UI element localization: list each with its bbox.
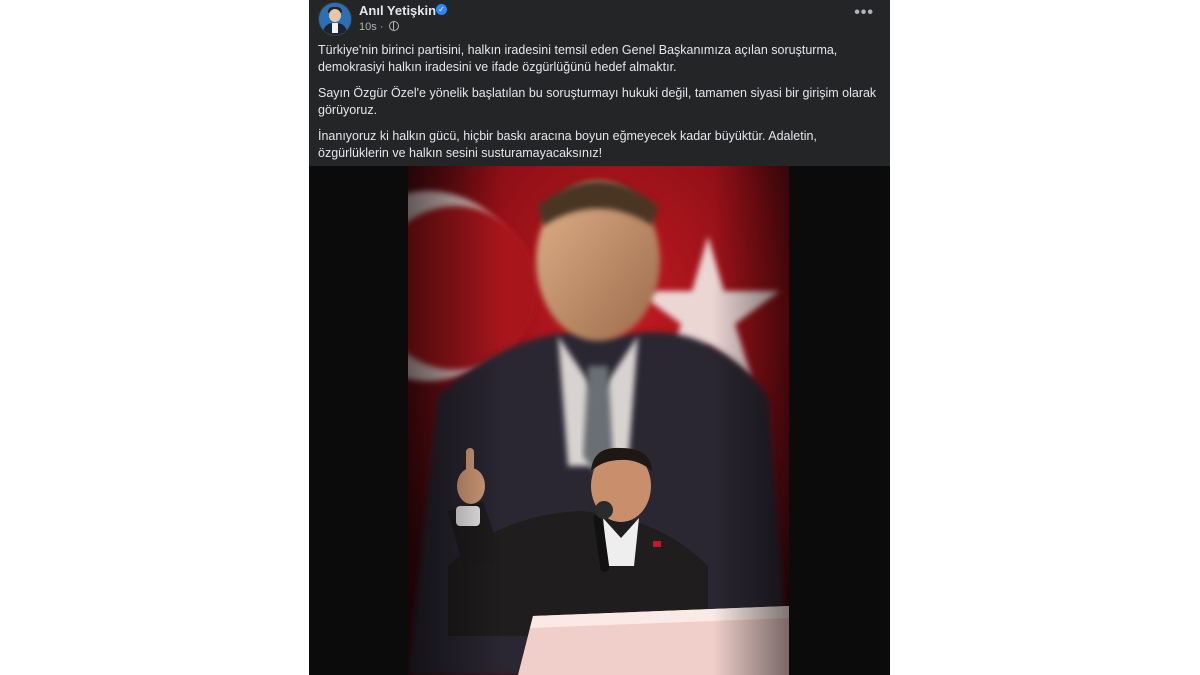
more-options-icon[interactable]: ••• — [854, 4, 874, 22]
author-avatar[interactable] — [319, 3, 351, 35]
verified-badge-icon: ✓ — [436, 4, 447, 15]
author-name[interactable]: Anıl Yetişkin — [359, 3, 436, 18]
globe-icon — [388, 21, 399, 31]
post-photo[interactable] — [408, 166, 789, 675]
facebook-post: Anıl Yetişkin ✓ 10s · ••• Türkiye'nin bi… — [309, 0, 890, 675]
post-text: Türkiye'nin birinci partisini, halkın ir… — [318, 42, 878, 171]
meta-separator: · — [379, 21, 384, 33]
post-paragraph: Türkiye'nin birinci partisini, halkın ir… — [318, 43, 838, 74]
post-paragraph: Sayın Özgür Özel'e yönelik başlatılan bu… — [318, 86, 877, 117]
post-paragraph: İnanıyoruz ki halkın gücü, hiçbir baskı … — [318, 129, 817, 160]
post-header: Anıl Yetişkin ✓ 10s · ••• — [309, 0, 890, 40]
post-meta: 10s · — [359, 21, 399, 33]
post-timestamp[interactable]: 10s — [359, 21, 377, 33]
post-photo-container[interactable] — [309, 166, 890, 675]
